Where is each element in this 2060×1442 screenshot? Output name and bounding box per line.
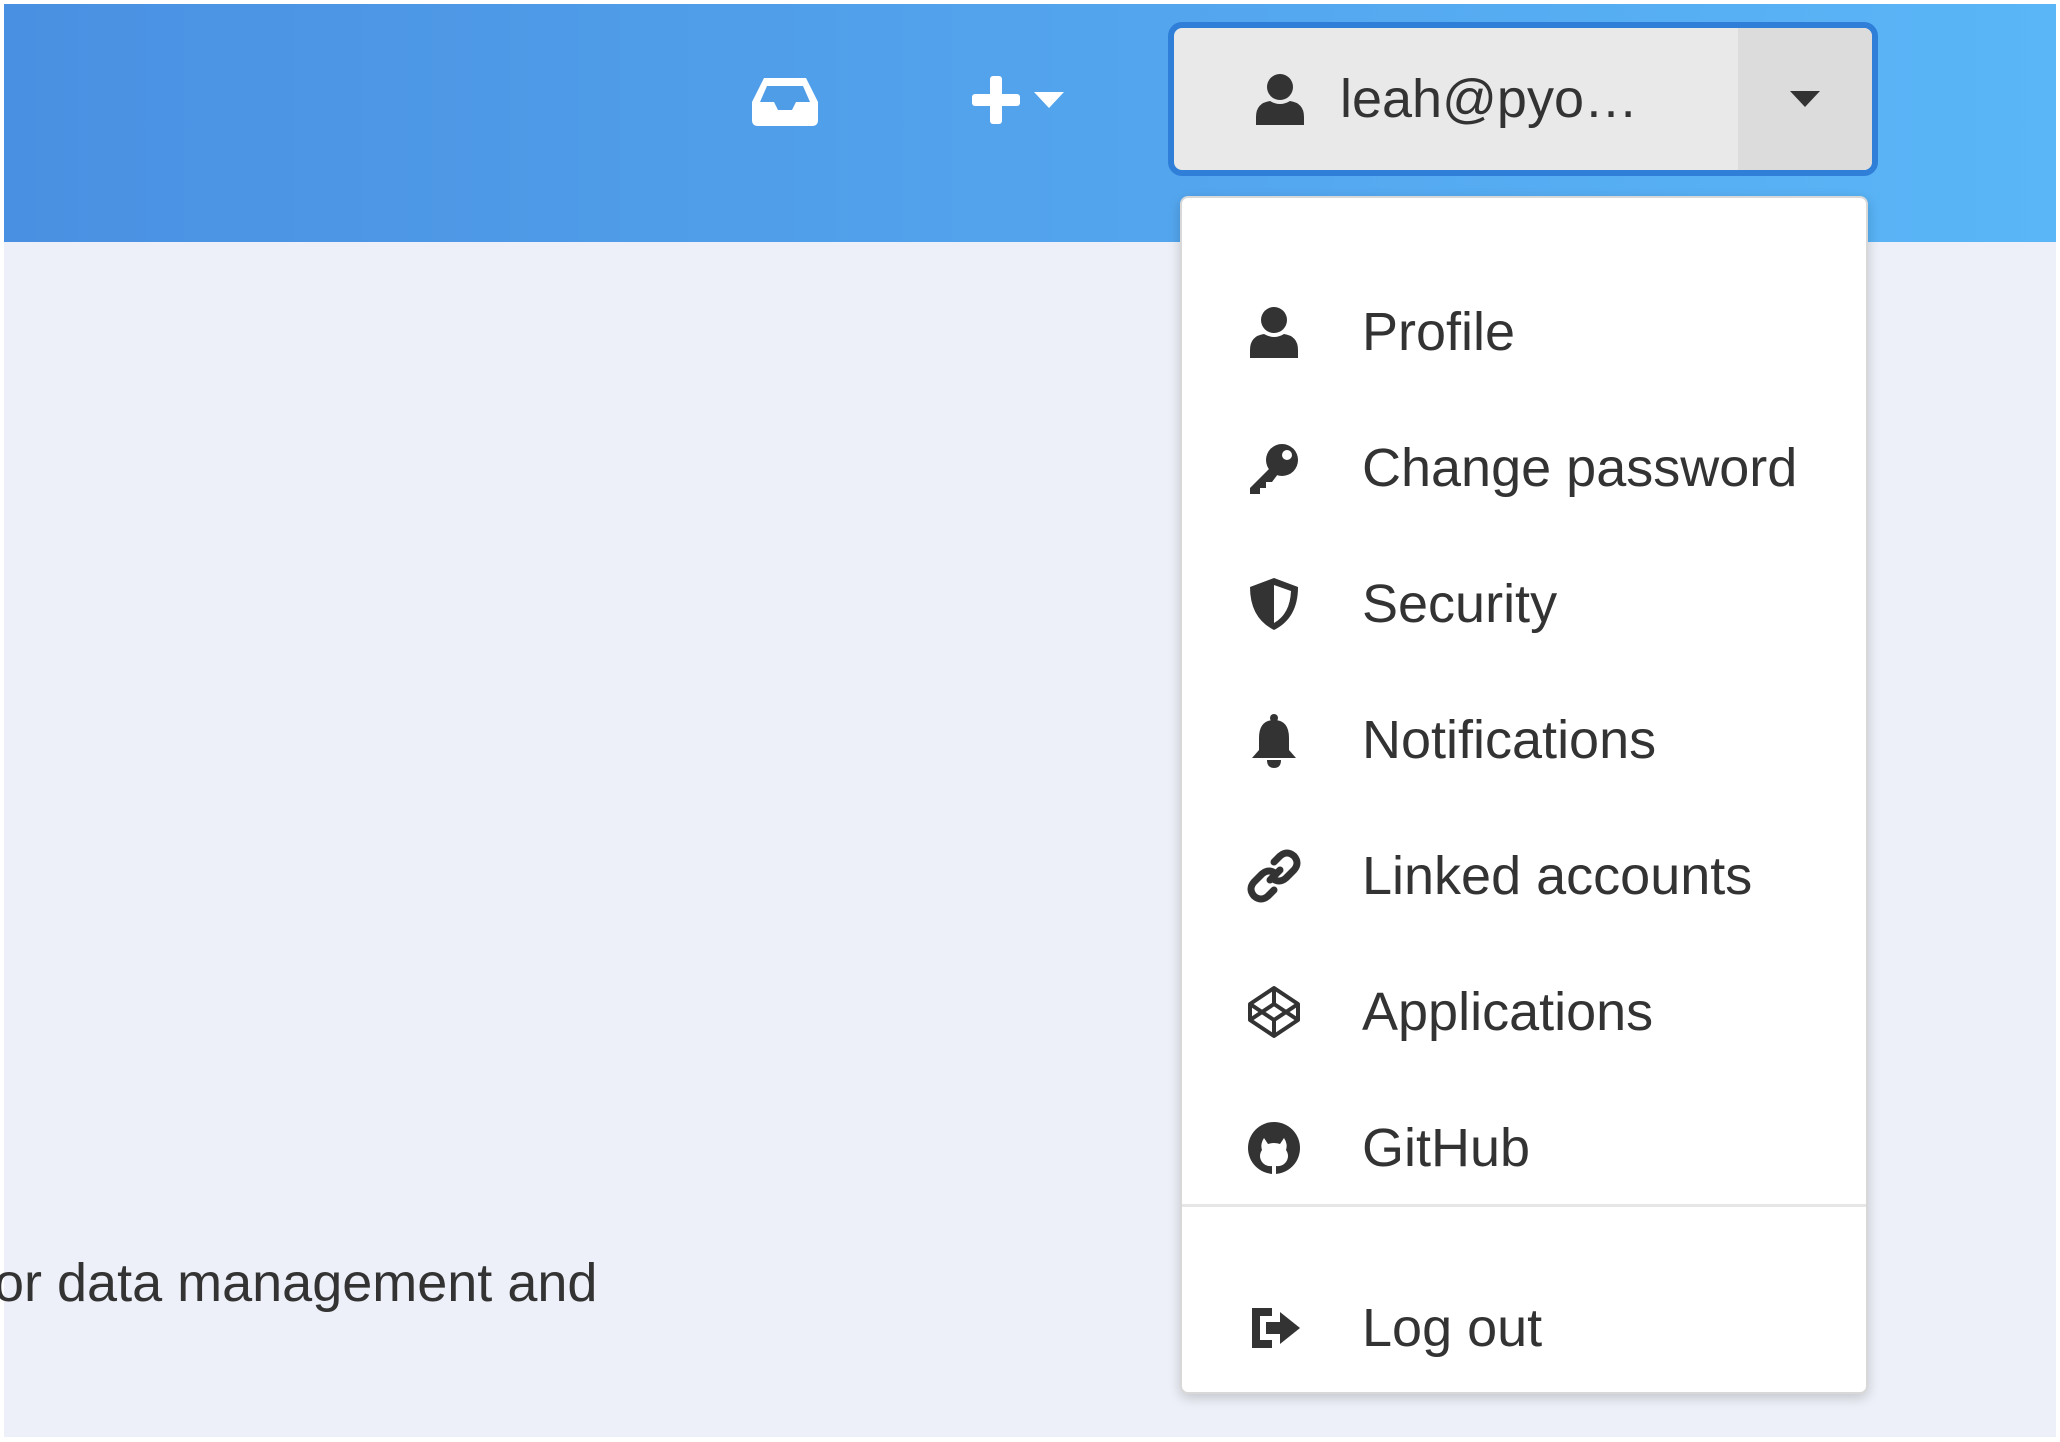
user-icon: [1246, 304, 1302, 360]
menu-item-label: Applications: [1362, 982, 1654, 1042]
menu-item-label: Linked accounts: [1362, 846, 1753, 906]
menu-item-applications[interactable]: Applications: [1182, 944, 1866, 1080]
codepen-icon: [1246, 984, 1302, 1040]
user-icon: [1256, 74, 1304, 125]
menu-item-change-password[interactable]: Change password: [1182, 400, 1866, 536]
menu-item-linked-accounts[interactable]: Linked accounts: [1182, 808, 1866, 944]
user-menu-button[interactable]: leah@pyo…: [1174, 28, 1738, 170]
link-icon: [1246, 848, 1302, 904]
menu-item-log-out[interactable]: Log out: [1182, 1260, 1866, 1396]
inbox-icon: [752, 78, 818, 126]
user-menu-toggle[interactable]: [1738, 28, 1872, 170]
menu-item-label: Log out: [1362, 1298, 1543, 1358]
plus-icon: [972, 76, 1020, 124]
create-new-button[interactable]: [968, 72, 1078, 128]
menu-item-label: Change password: [1362, 438, 1798, 498]
github-icon: [1246, 1120, 1302, 1176]
menu-item-profile[interactable]: Profile: [1182, 264, 1866, 400]
menu-item-label: Profile: [1362, 302, 1516, 362]
menu-item-notifications[interactable]: Notifications: [1182, 672, 1866, 808]
key-icon: [1246, 440, 1302, 496]
menu-divider: [1182, 1204, 1866, 1207]
menu-item-security[interactable]: Security: [1182, 536, 1866, 672]
user-dropdown-menu: Profile Change password Security Notific…: [1180, 196, 1868, 1394]
inbox-button[interactable]: [750, 72, 820, 128]
user-account-menu[interactable]: leah@pyo…: [1168, 22, 1878, 176]
sign-out-icon: [1246, 1300, 1302, 1356]
menu-item-label: Notifications: [1362, 710, 1657, 770]
user-email: leah@pyo…: [1340, 69, 1638, 129]
bell-icon: [1246, 712, 1302, 768]
caret-down-icon: [1034, 92, 1064, 108]
intro-text: or data management and: [0, 1253, 598, 1313]
menu-item-github[interactable]: GitHub: [1182, 1080, 1866, 1216]
caret-down-icon: [1790, 91, 1820, 107]
shield-icon: [1246, 576, 1302, 632]
menu-item-label: Security: [1362, 574, 1558, 634]
menu-item-label: GitHub: [1362, 1118, 1531, 1178]
